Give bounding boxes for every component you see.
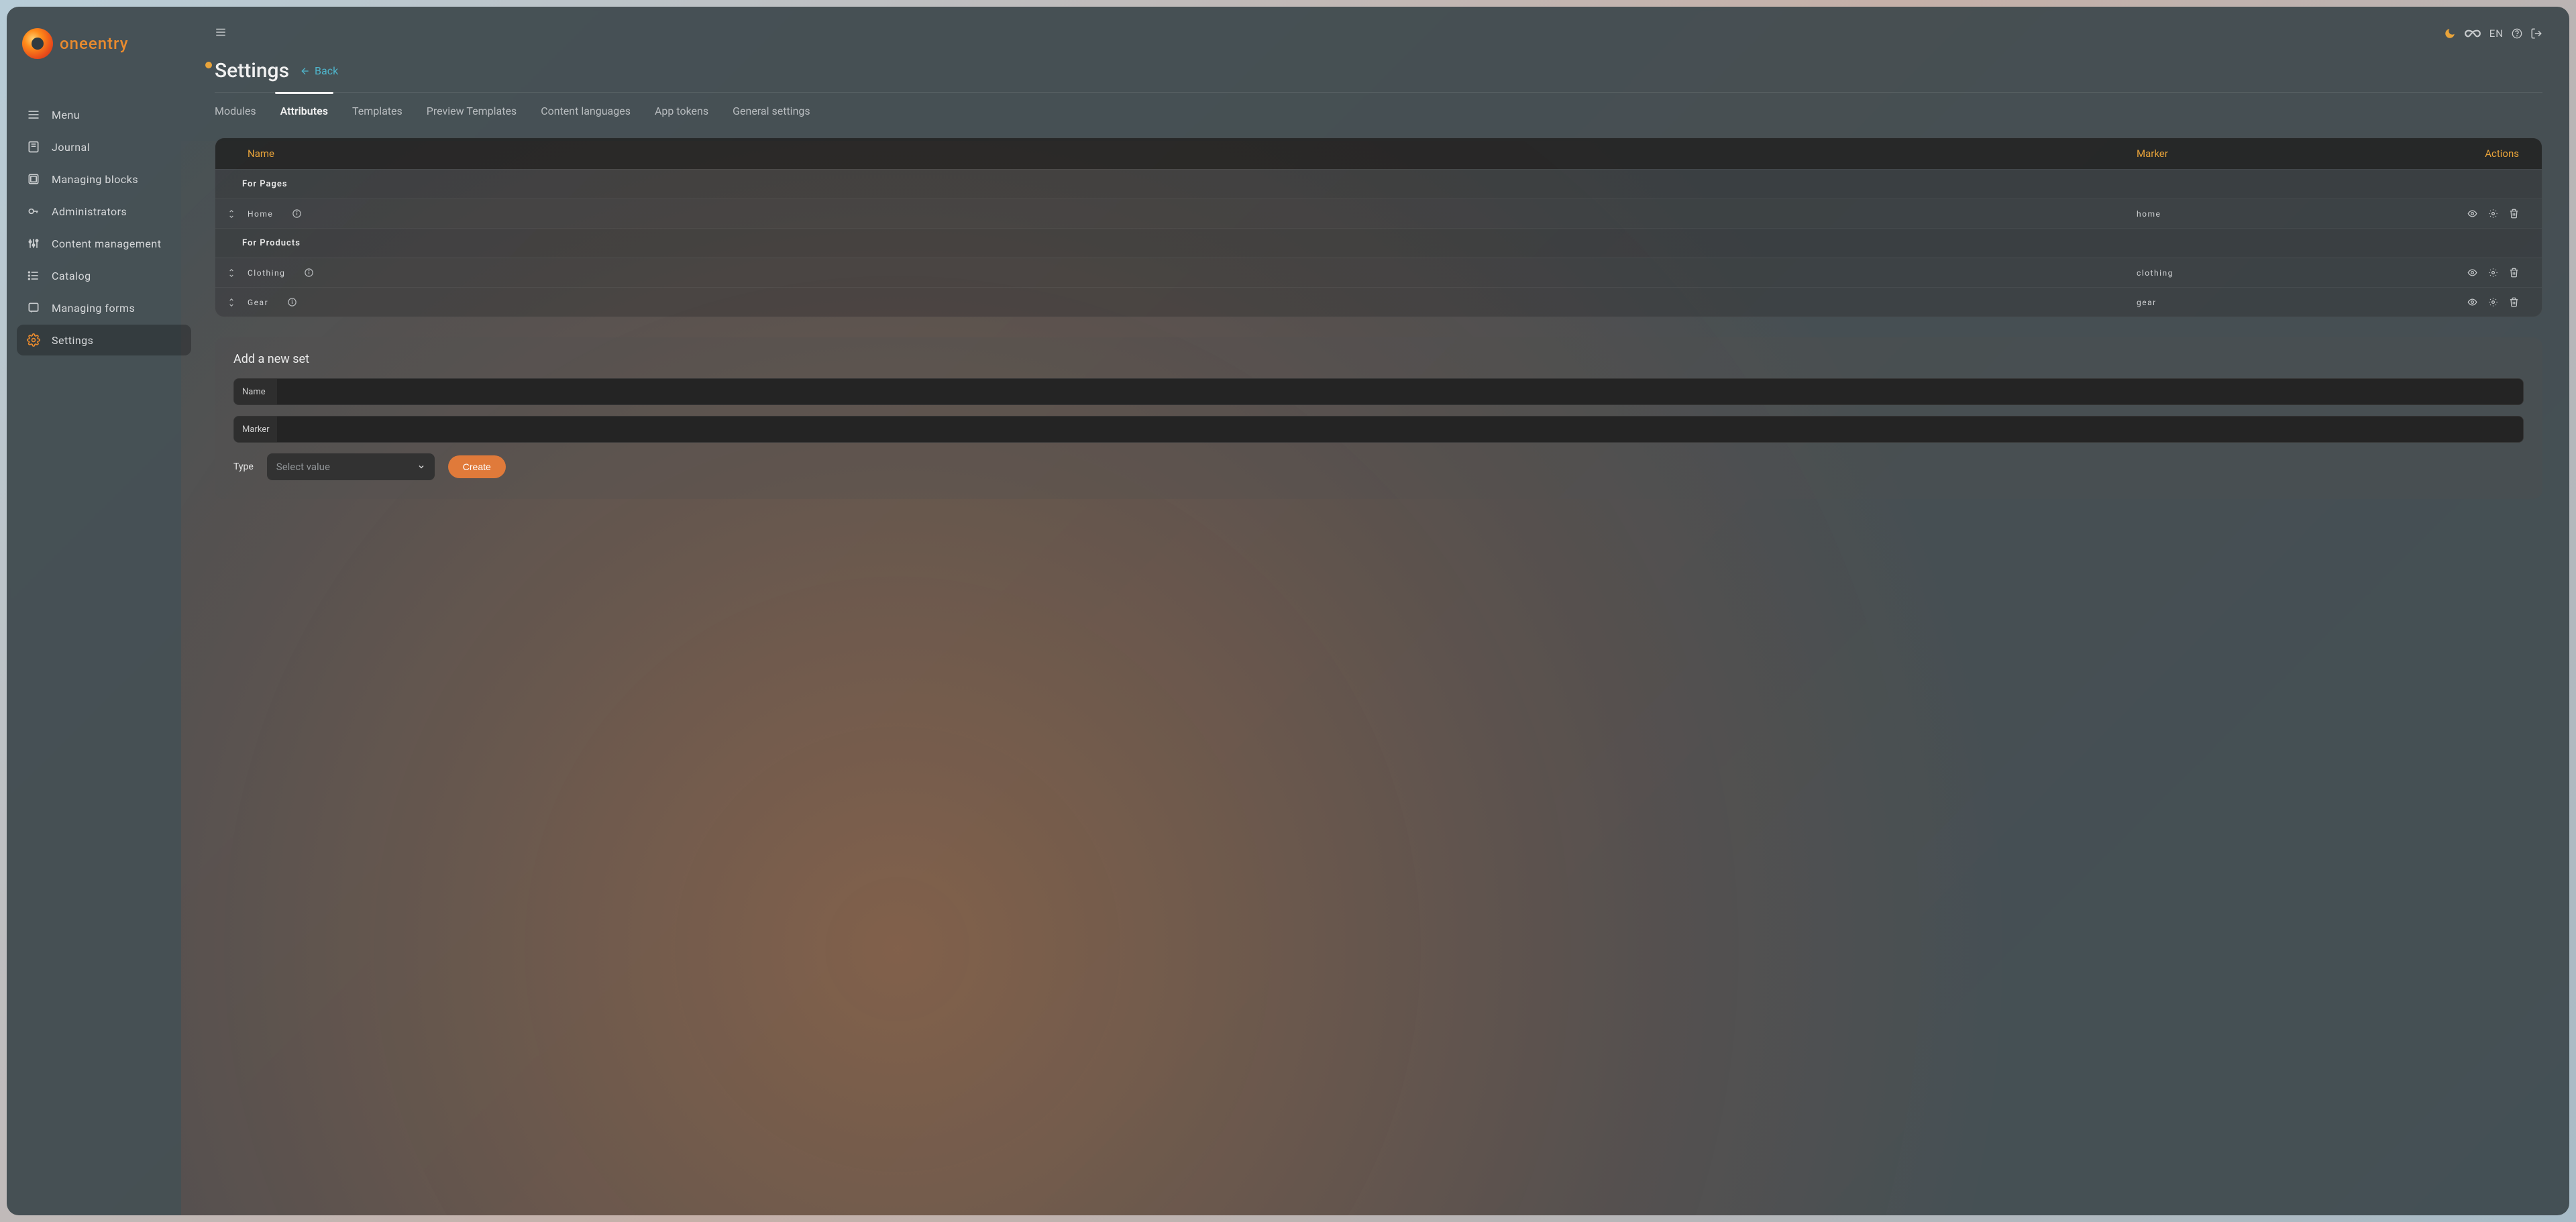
th-actions: Actions [2418,148,2526,160]
sidebar-item-label: Managing forms [52,302,135,315]
sidebar-toggle-icon[interactable] [215,26,227,41]
create-button[interactable]: Create [448,455,506,478]
settings-icon[interactable] [2488,268,2498,278]
sidebar-item-content-management[interactable]: Content management [17,228,191,259]
form-title: Add a new set [233,352,2524,366]
delete-icon[interactable] [2509,268,2519,278]
status-dot-icon [205,62,212,68]
main-content: EN Settings Back Modules Attributes Temp… [201,7,2569,1215]
sidebar-item-label: Journal [52,141,90,154]
tabs: Modules Attributes Templates Preview Tem… [215,93,2542,128]
tab-general-settings[interactable]: General settings [733,93,810,128]
sidebar-item-forms[interactable]: Managing forms [17,292,191,323]
view-icon[interactable] [2467,268,2477,278]
sidebar-item-label: Menu [52,109,80,121]
view-icon[interactable] [2467,209,2477,219]
drag-handle-icon[interactable] [215,298,248,307]
sidebar: oneentry Menu Journal Managing blocks [7,7,201,1215]
tab-modules[interactable]: Modules [215,93,256,128]
sidebar-item-catalog[interactable]: Catalog [17,260,191,291]
type-label: Type [233,461,254,472]
row-marker: clothing [2137,268,2418,278]
table-group: For Products [215,228,2542,258]
delete-icon[interactable] [2509,209,2519,219]
name-label: Name [234,379,277,404]
gear-icon [26,333,41,347]
info-icon[interactable] [287,297,297,307]
back-link[interactable]: Back [300,64,338,77]
sliders-icon [26,236,41,251]
sidebar-item-label: Content management [52,237,161,250]
sidebar-item-label: Settings [52,334,93,347]
row-name: Gear [248,298,268,307]
list-icon [26,268,41,283]
attributes-table: Name Marker Actions For Pages Home home [215,137,2542,317]
tab-templates[interactable]: Templates [352,93,402,128]
row-name: Home [248,209,273,219]
sidebar-item-settings[interactable]: Settings [17,325,191,355]
table-group: For Pages [215,169,2542,199]
sidebar-item-label: Catalog [52,270,91,282]
add-set-form: Add a new set Name Marker Type Select va… [215,337,2542,499]
chevron-down-icon [417,463,425,471]
sidebar-item-blocks[interactable]: Managing blocks [17,164,191,195]
th-marker: Marker [2137,148,2418,160]
journal-icon [26,140,41,154]
menu-lines-icon [26,107,41,122]
tab-app-tokens[interactable]: App tokens [655,93,708,128]
sidebar-nav: Menu Journal Managing blocks Administrat… [17,99,191,355]
back-link-label: Back [315,64,338,77]
sidebar-item-label: Administrators [52,205,127,218]
name-field-row: Name [233,378,2524,405]
drag-handle-icon[interactable] [215,209,248,219]
logout-icon[interactable] [2530,27,2542,40]
help-icon[interactable] [2512,28,2522,39]
settings-icon[interactable] [2488,297,2498,307]
type-select-placeholder: Select value [276,461,330,473]
blocks-icon [26,172,41,186]
arrow-left-icon [300,66,311,76]
drag-handle-icon[interactable] [215,268,248,278]
th-name: Name [248,148,2137,160]
logo-text: oneentry [60,34,129,53]
logo[interactable]: oneentry [17,20,191,79]
delete-icon[interactable] [2509,297,2519,307]
row-marker: gear [2137,298,2418,307]
page-title: Settings [215,59,289,82]
tab-preview-templates[interactable]: Preview Templates [427,93,517,128]
language-selector[interactable]: EN [2489,27,2504,40]
sidebar-item-administrators[interactable]: Administrators [17,196,191,227]
info-icon[interactable] [292,209,302,219]
settings-icon[interactable] [2488,209,2498,219]
tab-content-languages[interactable]: Content languages [541,93,631,128]
marker-input[interactable] [277,416,2523,442]
marker-field-row: Marker [233,416,2524,443]
moon-icon[interactable] [2444,27,2456,40]
form-icon [26,300,41,315]
row-name: Clothing [248,268,285,278]
logo-mark-icon [22,28,53,59]
row-marker: home [2137,209,2418,219]
table-row: Clothing clothing [215,258,2542,287]
marker-label: Marker [234,416,277,442]
key-icon [26,204,41,219]
sidebar-item-journal[interactable]: Journal [17,131,191,162]
table-header: Name Marker Actions [215,138,2542,169]
view-icon[interactable] [2467,297,2477,307]
topbar-actions: EN [2444,27,2542,40]
tab-attributes[interactable]: Attributes [280,93,328,128]
sidebar-item-label: Managing blocks [52,173,138,186]
type-select[interactable]: Select value [267,453,435,480]
info-icon[interactable] [304,268,314,278]
table-row: Gear gear [215,287,2542,317]
name-input[interactable] [277,379,2523,404]
table-row: Home home [215,199,2542,228]
infinity-icon[interactable] [2464,27,2481,40]
sidebar-item-menu[interactable]: Menu [17,99,191,130]
